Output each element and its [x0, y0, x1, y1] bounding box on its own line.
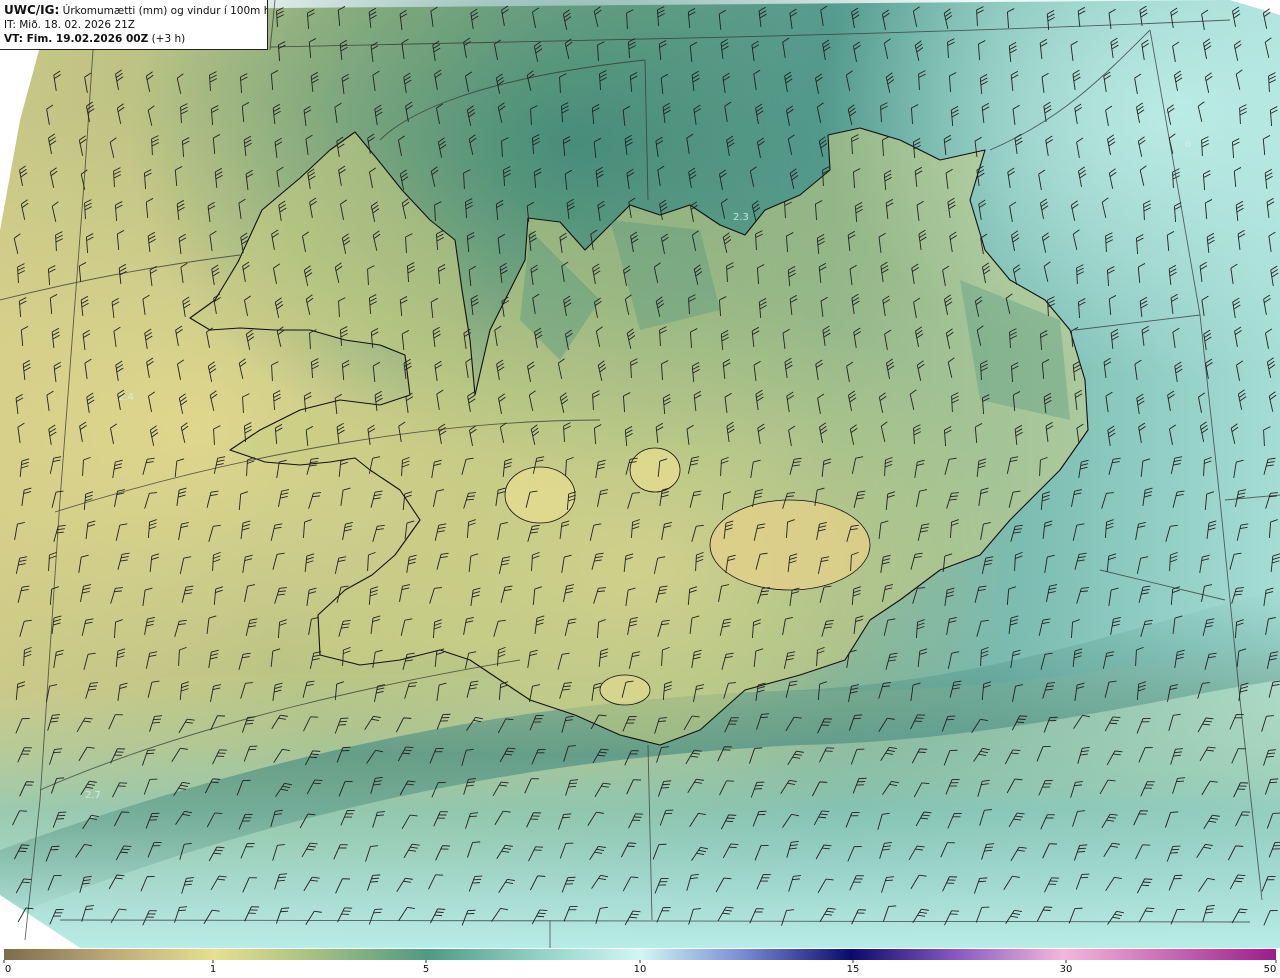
colorbar-tick-label: 15 — [846, 964, 860, 975]
colorbar-tick-label: 0 — [4, 964, 12, 975]
highland-langjokull — [504, 466, 576, 524]
colorbar-tick-label: 10 — [633, 964, 647, 975]
model-tag: UWC/IG: — [4, 3, 60, 17]
init-time: IT: Mið. 18. 02. 2026 21Z — [4, 19, 135, 31]
colorbar-gradient — [4, 949, 1276, 960]
colorbar-tick-label: 1 — [209, 964, 217, 975]
map-info-box: UWC/IG: Úrkomumætti (mm) og vindur í 100… — [0, 0, 268, 50]
colorbar: 0 1 5 10 15 30 50 — [0, 948, 1280, 978]
info-title-line: UWC/IG: Úrkomumætti (mm) og vindur í 100… — [4, 3, 267, 18]
map-value-label-6: 6 — [1185, 139, 1191, 150]
highland-vatnajokull — [709, 499, 871, 591]
map-value-label-2-3: 2.3 — [733, 212, 749, 223]
map-title: Úrkomumætti (mm) og vindur í 100m hæð — [62, 5, 268, 17]
map-panel: 2.3 2.4 2.7 6 UWC/IG: Úrkomumætti (mm) o… — [0, 0, 1280, 948]
colorbar-tick-label: 5 — [422, 964, 430, 975]
colorbar-ticks — [3, 960, 1277, 963]
colorbar-tick-label: 50 — [1263, 964, 1277, 975]
map-value-label-2-4: 2.4 — [118, 392, 134, 403]
map-value-label-2-7: 2.7 — [85, 790, 101, 801]
highland-hofsjokull — [629, 447, 681, 493]
figure-root: 2.3 2.4 2.7 6 UWC/IG: Úrkomumætti (mm) o… — [0, 0, 1280, 978]
highland-myrdalsjokull — [599, 674, 651, 706]
valid-time-line: VT: Fim. 19.02.2026 00Z (+3 h) — [4, 32, 263, 46]
forecast-offset: (+3 h) — [151, 33, 186, 45]
valid-time: VT: Fim. 19.02.2026 00Z — [4, 33, 149, 45]
map-canvas: 2.3 2.4 2.7 6 — [0, 0, 1280, 948]
colorbar-tick-label: 30 — [1059, 964, 1073, 975]
